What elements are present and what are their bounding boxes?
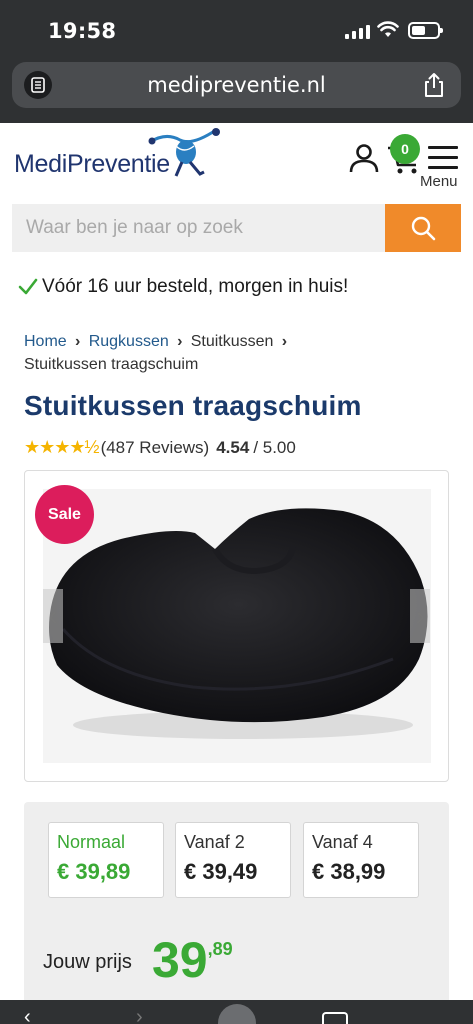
search-input[interactable] — [12, 204, 385, 252]
seat-cushion-image — [49, 508, 428, 739]
tier-label: Normaal — [57, 832, 126, 852]
browser-bottom-toolbar: ‹ › — [0, 1000, 473, 1024]
tier-price: € 39,89 — [57, 859, 131, 884]
gallery-prev-arrow-icon[interactable]: ‹ — [43, 589, 63, 643]
price-tier-vanaf-2[interactable]: Vanaf 2 € 39,49 — [175, 822, 291, 898]
tier-price: € 38,99 — [312, 859, 386, 884]
your-price-label: Jouw prijs — [43, 951, 132, 973]
sale-badge: Sale — [35, 485, 94, 544]
tier-label: Vanaf 2 — [184, 832, 245, 852]
product-photo[interactable] — [43, 489, 431, 763]
status-time: 19:58 — [48, 19, 117, 43]
rating-max: / 5.00 — [253, 437, 296, 457]
new-tab-icon[interactable] — [218, 1004, 256, 1024]
usp-banner: Vóór 16 uur besteld, morgen in huis! — [18, 276, 348, 298]
tier-label: Vanaf 4 — [312, 832, 373, 852]
url-text[interactable]: medipreventie.nl — [12, 73, 461, 97]
battery-icon — [408, 22, 443, 39]
browser-chrome: 19:58 medipreventie.nl — [0, 0, 473, 123]
cellular-signal-icon — [345, 25, 370, 39]
address-bar[interactable]: medipreventie.nl — [12, 62, 461, 108]
your-price-cents: ,89 — [207, 939, 233, 959]
your-price: 39 ,89 — [152, 932, 233, 988]
chevron-right-icon: › — [281, 333, 288, 350]
hamburger-menu-icon[interactable] — [428, 146, 458, 170]
product-title: Stuitkussen traagschuim — [24, 390, 362, 421]
share-icon[interactable] — [421, 72, 447, 98]
chevron-right-icon: › — [75, 333, 81, 350]
price-tier-vanaf-4[interactable]: Vanaf 4 € 38,99 — [303, 822, 419, 898]
forward-arrow-icon[interactable]: › — [136, 1007, 143, 1024]
tier-price: € 39,49 — [184, 859, 258, 884]
breadcrumb-stuitkussen[interactable]: Stuitkussen — [191, 333, 274, 350]
account-icon[interactable] — [348, 142, 380, 174]
rating-value: 4.54 — [216, 437, 250, 457]
back-arrow-icon[interactable]: ‹ — [24, 1007, 31, 1024]
breadcrumb-home[interactable]: Home — [24, 333, 67, 350]
breadcrumb: Home › Rugkussen › Stuitkussen › Stuitkussen … — [24, 330, 454, 376]
review-count[interactable]: (487 Reviews) — [101, 438, 210, 458]
product-rating[interactable]: ★★★★½ (487 Reviews) 4.54 / 5.00 — [24, 437, 296, 458]
price-panel: Normaal € 39,89 Vanaf 2 € 39,49 Vanaf 4 … — [24, 802, 449, 1024]
breadcrumb-rugkussen[interactable]: Rugkussen — [89, 333, 169, 350]
breadcrumb-current: Stuitkussen traagschuim — [24, 356, 199, 373]
cart-count-badge[interactable]: 0 — [390, 134, 420, 164]
chevron-right-icon: › — [177, 333, 183, 350]
search-button[interactable] — [385, 204, 461, 252]
usp-text: Vóór 16 uur besteld, morgen in huis! — [42, 276, 349, 297]
price-tier-normaal[interactable]: Normaal € 39,89 — [48, 822, 164, 898]
tabs-icon[interactable] — [322, 1012, 348, 1024]
checkmark-icon — [18, 278, 38, 295]
your-price-whole: 39 — [152, 932, 208, 988]
rating-stars-icon: ★★★★½ — [24, 437, 100, 457]
menu-label[interactable]: Menu — [420, 173, 458, 190]
wifi-icon — [377, 21, 399, 37]
product-image-gallery[interactable]: Sale ‹ › — [24, 470, 449, 782]
logo-figure-icon — [148, 128, 220, 177]
gallery-next-arrow-icon[interactable]: › — [410, 589, 430, 643]
search-icon — [411, 216, 436, 241]
